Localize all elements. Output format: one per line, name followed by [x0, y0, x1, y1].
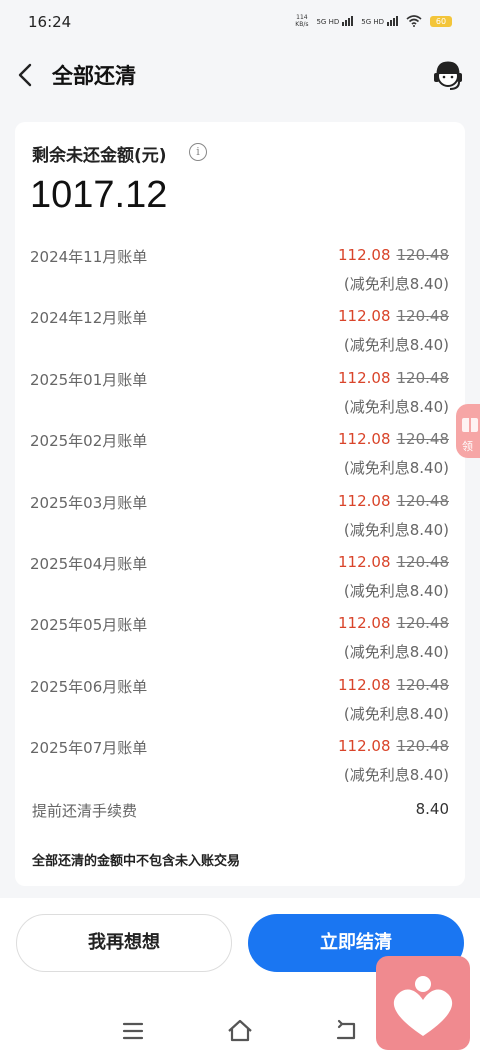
- bill-original-amount: 120.48: [396, 307, 450, 326]
- bill-original-amount: 120.48: [396, 737, 450, 756]
- bill-row: 2025年03月账单 112.08 120.48 (减免利息8.40): [15, 492, 465, 553]
- bill-amounts: 112.08 120.48: [338, 369, 449, 387]
- floating-heart-widget[interactable]: [376, 956, 470, 1050]
- bill-amounts: 112.08 120.48: [338, 307, 449, 325]
- bill-row: 2025年07月账单 112.08 120.48 (减免利息8.40): [15, 737, 465, 798]
- bill-original-amount: 120.48: [396, 491, 450, 510]
- bill-name: 2024年12月账单: [30, 309, 148, 328]
- net-speed-value: 114: [296, 14, 308, 21]
- wifi-icon: [406, 15, 422, 27]
- bill-original-amount: 120.48: [396, 430, 450, 449]
- bill-amounts: 112.08 120.48: [338, 614, 449, 632]
- bill-amount: 112.08: [338, 246, 391, 264]
- bill-amounts: 112.08 120.48: [338, 553, 449, 571]
- bill-amount: 112.08: [338, 552, 391, 571]
- bill-amount: 112.08: [338, 614, 391, 633]
- remaining-amount-label: 剩余未还金额(元): [32, 146, 167, 166]
- bill-amounts: 112.08 120.48: [338, 676, 449, 694]
- bill-amount: 112.08: [338, 430, 391, 449]
- bill-name: 2025年06月账单: [30, 677, 148, 696]
- early-repayment-fee-row: 提前还清手续费 8.40: [15, 800, 465, 824]
- notice-text: 全部还清的金额中不包含未入账交易: [32, 854, 241, 869]
- bill-original-amount: 120.48: [396, 675, 450, 694]
- bill-list: 2024年11月账单 112.08 120.48 (减免利息8.40) 2024年…: [15, 246, 465, 799]
- page-title: 全部还清: [52, 64, 136, 88]
- info-icon[interactable]: i: [189, 143, 207, 161]
- bill-amounts: 112.08 120.48: [338, 492, 449, 510]
- back-nav-icon: [336, 1019, 356, 1040]
- net-speed: 114 KB/s: [295, 14, 308, 28]
- customer-service-button[interactable]: [430, 58, 466, 94]
- bill-name: 2025年05月账单: [30, 616, 148, 635]
- bill-row: 2025年02月账单 112.08 120.48 (减免利息8.40): [15, 430, 465, 491]
- bill-amounts: 112.08 120.48: [338, 737, 449, 755]
- bill-discount: (减免利息8.40): [343, 275, 449, 293]
- sim2-label: 5G HD: [361, 18, 384, 26]
- fee-value: 8.40: [415, 800, 449, 818]
- bill-row: 2025年05月账单 112.08 120.48 (减免利息8.40): [15, 614, 465, 675]
- bill-row: 2025年04月账单 112.08 120.48 (减免利息8.40): [15, 553, 465, 614]
- nav-bar: 全部还清: [0, 46, 480, 106]
- bill-row: 2025年06月账单 112.08 120.48 (减免利息8.40): [15, 676, 465, 737]
- sim1-signal-icon: 5G HD: [316, 16, 354, 26]
- remaining-amount-value: 1017.12: [30, 174, 168, 216]
- bill-original-amount: 120.48: [396, 246, 450, 264]
- bill-amount: 112.08: [338, 368, 391, 387]
- back-arrow-icon: [18, 63, 32, 87]
- status-time: 16:24: [28, 13, 72, 31]
- bill-name: 2025年04月账单: [30, 554, 148, 573]
- sim1-label: 5G HD: [316, 18, 340, 26]
- bill-amount: 112.08: [338, 491, 391, 510]
- bill-discount: (减免利息8.40): [343, 459, 449, 478]
- bill-name: 2025年01月账单: [30, 370, 148, 389]
- bill-amount: 112.08: [338, 737, 391, 756]
- status-icons: 114 KB/s 5G HD 5G HD 60: [295, 14, 452, 28]
- bill-row: 2024年11月账单 112.08 120.48 (减免利息8.40): [15, 246, 465, 307]
- bill-row: 2024年12月账单 112.08 120.48 (减免利息8.40): [15, 307, 465, 368]
- bill-name: 2025年07月账单: [30, 739, 148, 758]
- back-button[interactable]: [14, 60, 40, 90]
- battery-icon: 60: [430, 15, 452, 27]
- net-speed-unit: KB/s: [295, 21, 309, 28]
- think-again-button[interactable]: 我再想想: [16, 914, 232, 972]
- bill-original-amount: 120.48: [396, 614, 450, 633]
- back-nav-button[interactable]: [332, 1016, 362, 1046]
- bill-amount: 112.08: [338, 307, 391, 326]
- bill-name: 2025年03月账单: [30, 493, 148, 512]
- bill-discount: (减免利息8.40): [343, 397, 449, 416]
- bill-row: 2025年01月账单 112.08 120.48 (减免利息8.40): [15, 369, 465, 430]
- bill-discount: (减免利息8.40): [343, 643, 449, 662]
- home-nav-button[interactable]: [225, 1016, 255, 1046]
- bill-amounts: 112.08 120.48: [338, 246, 449, 264]
- bill-discount: (减免利息8.40): [343, 520, 449, 539]
- fee-label: 提前还清手续费: [32, 802, 138, 820]
- bill-name: 2025年02月账单: [30, 432, 148, 451]
- promo-badge-label: 领: [462, 440, 473, 453]
- bill-discount: (减免利息8.40): [343, 766, 449, 785]
- bill-discount: (减免利息8.40): [343, 704, 449, 723]
- bill-original-amount: 120.48: [396, 552, 450, 571]
- home-icon: [228, 1019, 252, 1042]
- status-bar: 16:24 114 KB/s 5G HD 5G HD 60: [0, 0, 480, 46]
- sim2-signal-icon: 5G HD: [361, 16, 398, 26]
- bill-original-amount: 120.48: [396, 368, 450, 387]
- bill-discount: (减免利息8.40): [343, 336, 449, 355]
- bill-name: 2024年11月账单: [30, 248, 148, 266]
- bill-amount: 112.08: [338, 675, 391, 694]
- heart-icon: [393, 976, 453, 1036]
- bill-discount: (减免利息8.40): [343, 581, 449, 600]
- floating-promo-badge[interactable]: 领: [456, 404, 480, 458]
- menu-nav-button[interactable]: [118, 1016, 148, 1046]
- gift-icon: [462, 416, 478, 432]
- repayment-card: 剩余未还金额(元) i 1017.12 2024年11月账单 112.08 120…: [15, 122, 465, 886]
- customer-service-icon: [434, 61, 462, 90]
- bill-amounts: 112.08 120.48: [338, 430, 449, 448]
- menu-icon: [122, 1022, 144, 1040]
